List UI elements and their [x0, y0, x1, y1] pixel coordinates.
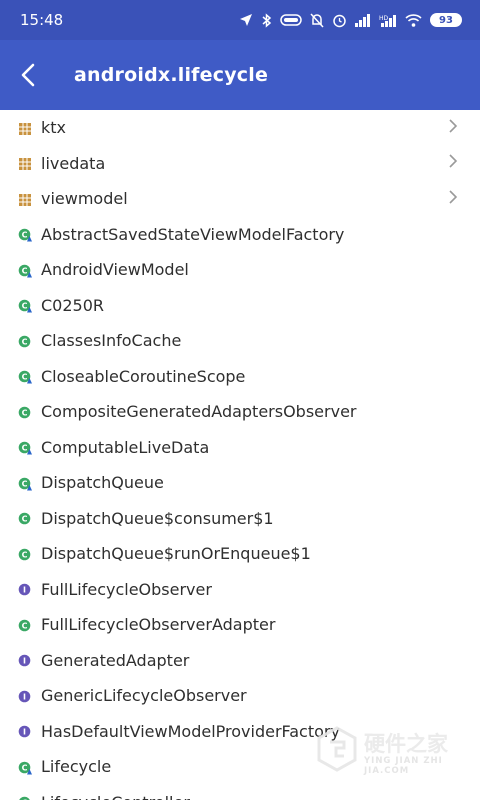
class-icon: C [18, 618, 32, 632]
svg-text:HD: HD [379, 15, 389, 22]
class-row[interactable]: C CompositeGeneratedAdaptersObserver [0, 394, 480, 430]
row-label: HasDefaultViewModelProviderFactory [41, 721, 340, 741]
class-row[interactable]: C C0250R [0, 288, 480, 324]
status-icons: HD 93 [239, 12, 462, 28]
svg-text:I: I [23, 728, 26, 737]
package-row[interactable]: viewmodel [0, 181, 480, 217]
wifi-icon [405, 13, 422, 27]
hd-signal-icon: HD [379, 14, 396, 27]
package-icon [18, 156, 32, 171]
row-label: Lifecycle [41, 757, 112, 777]
back-arrow-icon [21, 63, 35, 87]
watermark-logo [317, 726, 357, 772]
package-row[interactable]: livedata [0, 146, 480, 182]
package-row[interactable]: ktx [0, 110, 480, 146]
svg-text:C: C [22, 621, 28, 630]
svg-text:C: C [22, 373, 28, 382]
row-label: LifecycleController [41, 793, 190, 800]
row-label: CompositeGeneratedAdaptersObserver [41, 402, 357, 422]
svg-text:C: C [22, 550, 28, 559]
svg-text:I: I [23, 586, 26, 595]
status-time: 15:48 [20, 11, 64, 29]
class-icon: C [18, 334, 32, 348]
class-row[interactable]: C ComputableLiveData [0, 430, 480, 466]
row-label: DispatchQueue$consumer$1 [41, 508, 274, 528]
row-label: AbstractSavedStateViewModelFactory [41, 224, 345, 244]
abstract-class-icon: C [18, 476, 32, 491]
row-label: FullLifecycleObserverAdapter [41, 615, 276, 635]
row-label: FullLifecycleObserver [41, 579, 212, 599]
class-row[interactable]: C FullLifecycleObserverAdapter [0, 607, 480, 643]
class-icon: C [18, 547, 32, 561]
chevron-right-icon [448, 189, 458, 209]
svg-text:C: C [22, 444, 28, 453]
abstract-class-icon: C [18, 227, 32, 242]
status-bar: 15:48 HD 93 [0, 0, 480, 40]
interface-icon: I [18, 653, 32, 667]
alarm-icon [333, 14, 346, 27]
class-row[interactable]: C LifecycleController [0, 785, 480, 800]
watermark-subtitle: YING JIAN ZHI JIA.COM [364, 756, 443, 776]
row-label: CloseableCoroutineScope [41, 366, 246, 386]
class-row[interactable]: C AbstractSavedStateViewModelFactory [0, 217, 480, 253]
abstract-class-icon: C [18, 440, 32, 455]
row-label: ComputableLiveData [41, 437, 210, 457]
svg-text:C: C [22, 337, 28, 346]
watermark: 硬件之家 YING JIAN ZHI JIA.COM [316, 726, 462, 776]
abstract-class-icon: C [18, 298, 32, 313]
class-row[interactable]: C DispatchQueue$runOrEnqueue$1 [0, 536, 480, 572]
row-label: livedata [41, 153, 106, 173]
svg-text:C: C [22, 302, 28, 311]
svg-text:C: C [22, 479, 28, 488]
row-label: ClassesInfoCache [41, 331, 182, 351]
row-label: C0250R [41, 295, 105, 315]
row-label: GenericLifecycleObserver [41, 686, 247, 706]
class-row[interactable]: I FullLifecycleObserver [0, 572, 480, 608]
svg-text:C: C [22, 763, 28, 772]
interface-icon: I [18, 689, 32, 703]
class-row[interactable]: C DispatchQueue [0, 465, 480, 501]
svg-text:I: I [23, 657, 26, 666]
class-icon: C [18, 405, 32, 419]
class-row[interactable]: C DispatchQueue$consumer$1 [0, 501, 480, 537]
svg-text:I: I [23, 692, 26, 701]
signal-icon [355, 13, 370, 27]
chevron-right-icon [448, 153, 458, 173]
abstract-class-icon: C [18, 369, 32, 384]
package-icon [18, 121, 32, 135]
page-title: androidx.lifecycle [74, 64, 269, 86]
app-bar: androidx.lifecycle [0, 40, 480, 110]
class-row[interactable]: I GeneratedAdapter [0, 643, 480, 679]
package-list: ktx livedata viewmodel C AbstractSavedStateV… [0, 110, 480, 800]
row-label: GeneratedAdapter [41, 650, 190, 670]
vibrate-icon [280, 14, 302, 26]
row-label: DispatchQueue$runOrEnqueue$1 [41, 544, 311, 564]
svg-text:C: C [22, 231, 28, 240]
svg-text:C: C [22, 408, 28, 417]
back-button[interactable] [20, 62, 46, 88]
class-icon: C [18, 511, 32, 525]
row-label: viewmodel [41, 189, 128, 209]
class-row[interactable]: I GenericLifecycleObserver [0, 678, 480, 714]
svg-text:C: C [22, 266, 28, 275]
row-label: ktx [41, 118, 67, 138]
abstract-class-icon: C [18, 263, 32, 278]
location-icon [240, 14, 252, 26]
class-row[interactable]: C ClassesInfoCache [0, 323, 480, 359]
bluetooth-icon [262, 12, 272, 28]
battery-icon: 93 [430, 13, 462, 27]
svg-text:C: C [22, 515, 28, 524]
class-row[interactable]: C CloseableCoroutineScope [0, 359, 480, 395]
abstract-class-icon: C [18, 795, 32, 800]
row-label: DispatchQueue [41, 473, 164, 493]
chevron-right-icon [448, 118, 458, 138]
row-label: AndroidViewModel [41, 260, 189, 280]
interface-icon: I [18, 724, 32, 738]
abstract-class-icon: C [18, 760, 32, 775]
interface-icon: I [18, 582, 32, 596]
mute-icon [310, 12, 324, 28]
package-icon [18, 192, 32, 206]
watermark-title: 硬件之家 [364, 732, 448, 756]
class-row[interactable]: C AndroidViewModel [0, 252, 480, 288]
